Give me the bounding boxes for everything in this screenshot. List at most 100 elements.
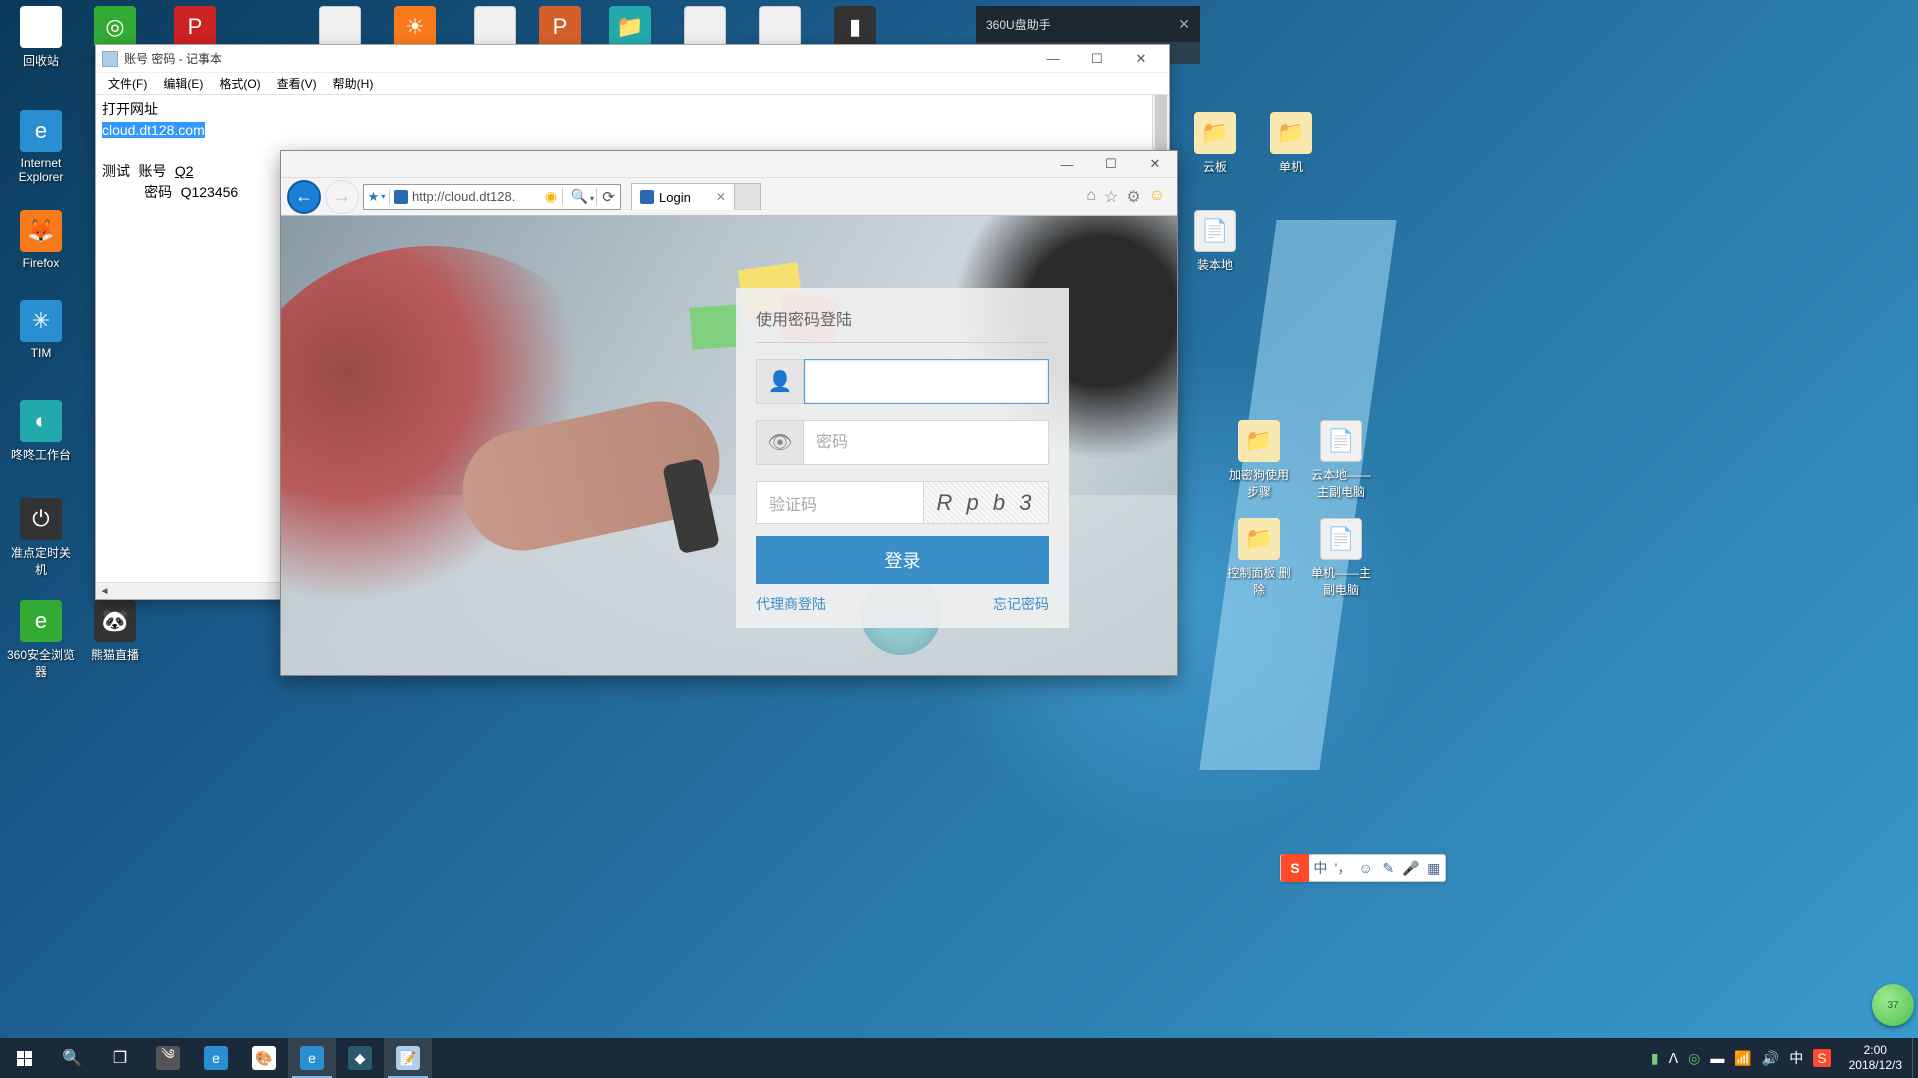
usb-helper-title: 360U盘助手 [986, 16, 1051, 33]
sogou-logo-icon[interactable]: S [1281, 854, 1309, 882]
folder-dongle-steps[interactable]: 📁加密狗使用步骤 [1224, 420, 1294, 500]
tab-favicon-icon [640, 190, 654, 204]
folder-control-panel-del[interactable]: 📁控制面板 删除 [1224, 518, 1294, 598]
ie-desktop-icon[interactable]: eInternet Explorer [6, 110, 76, 184]
notepad-titlebar[interactable]: 账号 密码 - 记事本 — ☐ ✕ [96, 45, 1169, 73]
tray-up-icon[interactable]: ᐱ [1669, 1050, 1679, 1067]
start-button[interactable] [0, 1038, 48, 1078]
ime-punct-icon[interactable]: '， [1332, 858, 1355, 878]
refresh-button-icon[interactable]: ⟳ [596, 188, 620, 206]
usb-helper-close-icon[interactable]: ✕ [1178, 16, 1190, 33]
agent-login-link[interactable]: 代理商登陆 [756, 594, 826, 614]
selected-text: cloud.dt128.com [102, 122, 205, 138]
dongdong-icon[interactable]: ◐咚咚工作台 [6, 400, 76, 463]
clock-date: 2018/12/3 [1849, 1058, 1902, 1073]
menu-help[interactable]: 帮助(H) [325, 73, 382, 94]
menu-edit[interactable]: 编辑(E) [155, 73, 211, 94]
menu-format[interactable]: 格式(O) [211, 73, 268, 94]
tray-360-icon[interactable]: ◎ [1688, 1050, 1700, 1067]
tab-close-icon[interactable]: ✕ [716, 190, 726, 204]
windows-logo-icon [17, 1051, 32, 1066]
ie-maximize-button[interactable]: ☐ [1089, 151, 1133, 178]
tray-battery-icon[interactable]: ▬ [1710, 1050, 1724, 1066]
settings-gear-icon[interactable]: ⚙ [1126, 187, 1140, 207]
menu-view[interactable]: 查看(V) [269, 73, 325, 94]
ie-window: — ☐ ✕ ← → ★ http://cloud.dt128. ◉ 🔍 ⟳ Lo… [280, 150, 1178, 676]
ie-close-button[interactable]: ✕ [1133, 151, 1177, 178]
url-text: http://cloud.dt128. [412, 189, 515, 204]
home-icon[interactable]: ⌂ [1086, 187, 1096, 207]
username-field[interactable] [804, 359, 1049, 404]
page-content: 使用密码登陆 👤 👁 验证码 R p b 3 登录 代理商登陆 忘记密码 [281, 216, 1177, 675]
ime-keyboard-icon[interactable]: ▦ [1422, 860, 1445, 877]
scroll-left-icon[interactable]: ◄ [96, 583, 113, 600]
favorites-dropdown-icon[interactable]: ★ [364, 189, 390, 205]
compat-badge-icon[interactable]: ◉ [540, 188, 562, 205]
favorites-icon[interactable]: ☆ [1104, 187, 1118, 207]
ime-emoji-icon[interactable]: ☺ [1354, 860, 1377, 876]
shutdown-timer-icon[interactable]: ⏻准点定时关机 [6, 498, 76, 578]
password-visibility-icon[interactable]: 👁 [756, 420, 804, 465]
site-favicon-icon [394, 190, 408, 204]
tray-volume-icon[interactable]: 🔊 [1762, 1050, 1779, 1067]
show-desktop-button[interactable] [1912, 1038, 1918, 1078]
login-button[interactable]: 登录 [756, 536, 1049, 584]
folder-standalone[interactable]: 📁单机 [1256, 112, 1326, 175]
tray-wifi-icon[interactable]: 📶 [1734, 1050, 1751, 1067]
doc-install-local[interactable]: 📄装本地 [1180, 210, 1250, 273]
taskbar-ie-running[interactable]: e [288, 1038, 336, 1078]
captcha-image[interactable]: R p b 3 [924, 481, 1049, 524]
tray-sogou-icon[interactable]: S [1813, 1049, 1830, 1067]
task-view-button[interactable]: ❐ [96, 1038, 144, 1078]
panda-live-icon[interactable]: 🐼熊猫直播 [80, 600, 150, 663]
taskbar-clock[interactable]: 2:00 2018/12/3 [1839, 1043, 1912, 1073]
nav-back-button[interactable]: ← [287, 180, 321, 214]
close-button[interactable]: ✕ [1119, 47, 1163, 71]
ime-lang-toggle[interactable]: 中 [1309, 858, 1332, 878]
notepad-app-icon [102, 51, 118, 67]
search-button[interactable]: 🔍 [48, 1038, 96, 1078]
tray-ime-indicator[interactable]: 中 [1789, 1048, 1803, 1068]
nav-forward-button: → [325, 180, 359, 214]
recycle-bin-icon[interactable]: 🗑回收站 [6, 6, 76, 69]
firefox-icon[interactable]: 🦊Firefox [6, 210, 76, 270]
tab-login[interactable]: Login ✕ [631, 183, 735, 210]
taskbar-notepad-running[interactable]: 📝 [384, 1038, 432, 1078]
address-bar[interactable]: http://cloud.dt128. [390, 189, 540, 204]
minimize-button[interactable]: — [1031, 47, 1075, 71]
360-accelerator-orb[interactable]: 37 [1872, 984, 1914, 1026]
system-tray: ▮ ᐱ ◎ ▬ 📶 🔊 中 S [1643, 1048, 1839, 1068]
taskbar-paint[interactable]: 🎨 [240, 1038, 288, 1078]
address-bar-group: ★ http://cloud.dt128. ◉ 🔍 ⟳ [363, 184, 621, 210]
taskbar-filmora[interactable]: ◆ [336, 1038, 384, 1078]
captcha-field[interactable]: 验证码 [756, 481, 924, 524]
folder-cloud-board[interactable]: 📁云板 [1180, 112, 1250, 175]
smile-icon[interactable]: ☺ [1149, 187, 1165, 207]
new-tab-button[interactable] [735, 183, 761, 210]
usb-helper-titlebar[interactable]: 360U盘助手 ✕ [976, 6, 1200, 42]
user-icon: 👤 [756, 359, 804, 404]
ie-toolbar: ← → ★ http://cloud.dt128. ◉ 🔍 ⟳ Login ✕ … [281, 178, 1177, 216]
doc-cloud-local[interactable]: 📄云本地——主副电脑 [1306, 420, 1376, 500]
ime-voice-icon[interactable]: 🎤 [1400, 860, 1423, 877]
forgot-password-link[interactable]: 忘记密码 [993, 594, 1049, 614]
menu-file[interactable]: 文件(F) [100, 73, 155, 94]
maximize-button[interactable]: ☐ [1075, 47, 1119, 71]
ime-handwrite-icon[interactable]: ✎ [1377, 860, 1400, 877]
tim-icon[interactable]: ✳TIM [6, 300, 76, 360]
notepad-menubar: 文件(F) 编辑(E) 格式(O) 查看(V) 帮助(H) [96, 73, 1169, 95]
360browser-icon[interactable]: e360安全浏览器 [6, 600, 76, 680]
clock-time: 2:00 [1849, 1043, 1902, 1058]
doc-standalone-pc[interactable]: 📄单机——主副电脑 [1306, 518, 1376, 598]
notepad-title-text: 账号 密码 - 记事本 [124, 50, 222, 67]
taskbar-ie[interactable]: e [192, 1038, 240, 1078]
search-button-icon[interactable]: 🔍 [562, 188, 596, 205]
ie-window-controls-bar[interactable]: — ☐ ✕ [281, 151, 1177, 178]
login-panel: 使用密码登陆 👤 👁 验证码 R p b 3 登录 代理商登陆 忘记密码 [736, 288, 1069, 628]
taskbar-app-swirl[interactable]: ༄ [144, 1038, 192, 1078]
login-title: 使用密码登陆 [756, 306, 1049, 343]
ie-minimize-button[interactable]: — [1045, 151, 1089, 178]
password-field[interactable] [804, 420, 1049, 465]
tray-shield-icon[interactable]: ▮ [1651, 1050, 1659, 1067]
sogou-ime-bar[interactable]: S 中 '， ☺ ✎ 🎤 ▦ [1280, 854, 1446, 882]
